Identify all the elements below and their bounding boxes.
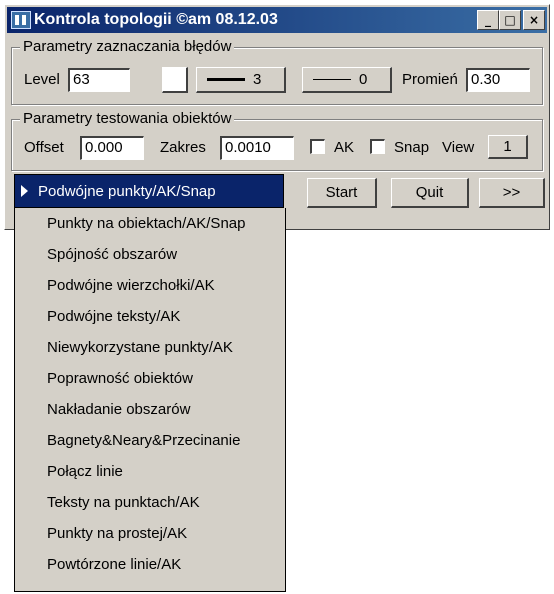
object-testing-group: Parametry testowania obiektów Offset 0.0… [11,109,543,171]
start-button[interactable]: Start [307,178,377,208]
snap-label: Snap [394,139,430,156]
menu-item[interactable]: Niewykorzystane punkty/AK [15,332,285,363]
mode-select-selected-label: Podwójne punkty/AK/Snap [38,182,216,200]
menu-item[interactable]: Powtórzone linie/AK [15,549,285,580]
range-field[interactable]: 0.0010 [220,136,294,160]
quit-button[interactable]: Quit [391,178,469,208]
menu-item[interactable]: Poprawność obiektów [15,363,285,394]
menu-item[interactable]: Bagnety&Neary&Przecinanie [15,425,285,456]
menu-item[interactable]: Spójność obszarów [15,239,285,270]
more-button[interactable]: >> [479,178,545,208]
error-marking-group: Parametry zaznaczania błędów Level 63 3 … [11,37,543,105]
menu-item[interactable]: Połącz linie [15,456,285,487]
line-thin-button[interactable]: 0 [302,67,392,93]
menu-item[interactable]: Podwójne wierzchołki/AK [15,270,285,301]
menu-item[interactable]: Punkty na prostej/AK [15,518,285,549]
error-marking-legend: Parametry zaznaczania błędów [20,37,235,57]
line-thick-value: 3 [253,71,262,88]
close-button[interactable]: × [523,10,545,30]
object-testing-legend: Parametry testowania obiektów [20,109,235,129]
play-arrow-icon [21,185,28,197]
level-label: Level [24,71,60,88]
view-label: View [442,139,475,156]
radius-label: Promień [402,71,458,88]
level-field[interactable]: 63 [68,68,130,92]
menu-item[interactable]: Teksty na punktach/AK [15,487,285,518]
menu-item[interactable]: Punkty na obiektach/AK/Snap [15,208,285,239]
maximize-button[interactable]: □ [499,10,521,30]
snap-checkbox[interactable] [370,139,385,154]
menu-item[interactable]: Nakładanie obszarów [15,394,285,425]
thick-line-icon [207,78,245,81]
mode-select-list: Punkty na obiektach/AK/Snap Spójność obs… [14,208,286,592]
offset-field[interactable]: 0.000 [80,136,144,160]
line-thick-button[interactable]: 3 [196,67,286,93]
range-label: Zakres [160,139,206,156]
line-thin-value: 0 [359,71,368,88]
ak-label: AK [334,139,355,156]
offset-label: Offset [24,139,64,156]
app-logo-icon [11,11,31,29]
mode-select-selected[interactable]: Podwójne punkty/AK/Snap [14,174,284,208]
thin-line-icon [313,79,351,80]
radius-field[interactable]: 0.30 [466,68,530,92]
minimize-button[interactable]: _ [477,10,499,30]
ak-checkbox[interactable] [310,139,325,154]
view-button[interactable]: 1 [488,135,528,159]
color-swatch-button[interactable] [162,67,188,93]
menu-item[interactable]: Podwójne teksty/AK [15,301,285,332]
title-bar[interactable]: Kontrola topologii ©am 08.12.03 _ □ × [7,7,547,33]
window-title: Kontrola topologii ©am 08.12.03 [34,11,278,28]
